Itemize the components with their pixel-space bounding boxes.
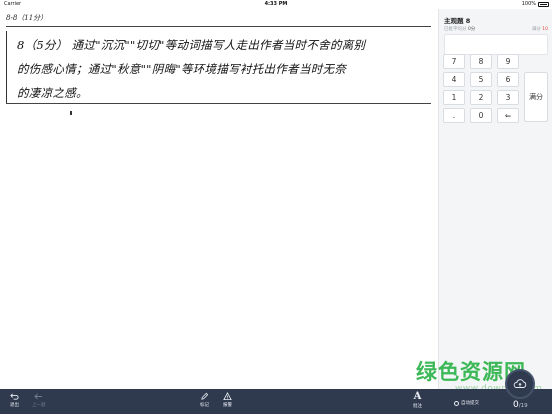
full-score-label: 满分 (531, 27, 541, 32)
key-2[interactable]: 2 (470, 90, 492, 105)
key-6[interactable]: 6 (497, 72, 519, 87)
question-number-label: 8-8（11分） (6, 14, 48, 22)
screen: Carrier 4:33 PM 100% 8-8（11分） 8（5分） 通过"沉… (0, 0, 552, 414)
auto-submit-toggle[interactable]: 自动提交 (454, 400, 479, 406)
warning-icon (223, 392, 232, 401)
exit-label: 退出 (10, 403, 19, 408)
previous-label: 上一题 (32, 403, 46, 408)
left-arrow-icon (34, 393, 43, 400)
question-title: 主观题 8 (444, 17, 471, 25)
average-score-label: 已批平均分 (444, 27, 467, 32)
radio-icon (454, 400, 459, 406)
key-9[interactable]: 9 (497, 54, 519, 69)
cloud-upload-icon (513, 379, 527, 388)
grading-panel: 主观题 8 已批平均分 0分 满分 10 7 8 9 4 5 6 1 2 3 .… (438, 9, 552, 389)
annotate-button[interactable]: A 批注 (413, 391, 422, 410)
mark-label: 标记 (200, 403, 209, 408)
upload-progress-button[interactable] (505, 369, 535, 399)
pen-mark (70, 111, 72, 115)
mark-button[interactable]: 标记 (200, 392, 209, 408)
status-bar: Carrier 4:33 PM 100% (0, 0, 552, 9)
bottom-toolbar: 退出 上一题 标记 报警 A 批注 自动提交 0/19 (0, 369, 552, 414)
key-7[interactable]: 7 (443, 54, 465, 69)
key-3[interactable]: 3 (497, 90, 519, 105)
key-8[interactable]: 8 (470, 54, 492, 69)
divider-line (6, 26, 431, 27)
key-decimal[interactable]: . (443, 108, 465, 123)
full-score-value: 10 (542, 27, 548, 32)
full-score: 满分 10 (532, 26, 548, 32)
handwriting-line-2: 的伤感心情；通过"秋意""阴晦"等环境描写衬托出作者当时无奈 (17, 62, 347, 76)
progress-total: /19 (518, 403, 528, 409)
progress-counter: 0/19 (513, 400, 528, 410)
annotate-label: 批注 (413, 404, 422, 409)
auto-submit-label: 自动提交 (461, 401, 479, 406)
report-label: 报警 (223, 403, 232, 408)
previous-question-button[interactable]: 上一题 (32, 392, 46, 408)
backspace-key[interactable]: ⇐ (497, 108, 519, 123)
key-0[interactable]: 0 (470, 108, 492, 123)
full-score-button[interactable]: 满分 (524, 72, 548, 122)
divider-line (6, 103, 431, 104)
average-score-value: 0分 (467, 27, 476, 32)
back-arrow-icon (10, 393, 19, 400)
handwriting-line-1: 8（5分） 通过"沉沉""切切"等动词描写人走出作者当时不舍的离别 (17, 38, 366, 52)
battery-icon (538, 2, 549, 7)
handwriting-block: 8（5分） 通过"沉沉""切切"等动词描写人走出作者当时不舍的离别 的伤感心情；… (6, 31, 432, 103)
annotate-icon: A (413, 391, 422, 402)
key-5[interactable]: 5 (470, 72, 492, 87)
score-input[interactable] (444, 34, 548, 55)
key-4[interactable]: 4 (443, 72, 465, 87)
handwriting-line-3: 的凄凉之感。 (17, 86, 88, 100)
exit-button[interactable]: 退出 (10, 392, 19, 408)
key-1[interactable]: 1 (443, 90, 465, 105)
report-button[interactable]: 报警 (223, 392, 232, 408)
clock: 4:33 PM (264, 1, 288, 7)
answer-sheet[interactable]: 8-8（11分） 8（5分） 通过"沉沉""切切"等动词描写人走出作者当时不舍的… (0, 9, 438, 389)
battery-percent: 100% (521, 1, 536, 7)
average-score: 已批平均分 0分 (444, 26, 475, 32)
pencil-icon (201, 392, 209, 400)
